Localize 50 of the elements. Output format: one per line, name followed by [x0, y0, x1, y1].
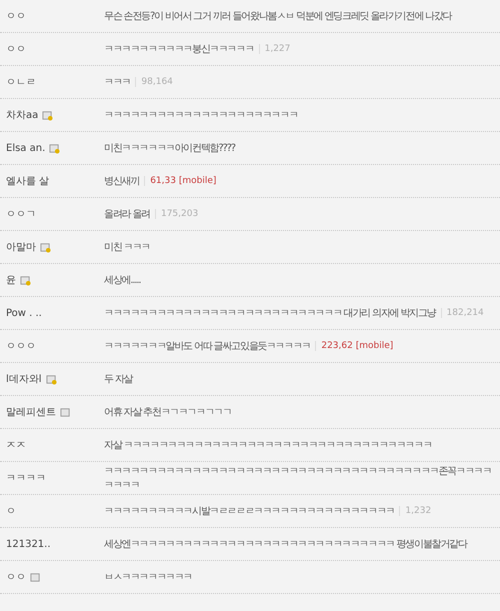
- comment-text: 두 자살: [104, 373, 132, 386]
- comment-text: 미친ㅋㅋㅋㅋㅋㅋ아이컨텍함????: [104, 142, 235, 155]
- ip-address: 175,203: [154, 209, 198, 219]
- nickname[interactable]: ㅇㄴㄹ: [6, 75, 36, 89]
- nickname[interactable]: 윤: [6, 273, 16, 287]
- fixed-nick-icon: [42, 110, 54, 120]
- ip-address: 98,164: [135, 77, 173, 87]
- nickname[interactable]: ㅇㅇ: [6, 570, 26, 584]
- nickname[interactable]: ㅇㅇ: [6, 9, 26, 23]
- comment-text: ㅋㅋㅋㅋㅋㅋㅋㅋㅋㅋㅋㅋㅋㅋㅋㅋㅋㅋㅋㅋㅋㅋㅋㅋㅋㅋㅋㅋㅋㅋㅋㅋㅋㅋㅋㅋㅋㅋ존꼭ㅋㅋㅋㅋㅋㅋㅋㅋ: [104, 465, 492, 492]
- ip-address: 1,227: [258, 44, 290, 54]
- nickname[interactable]: ㅇ: [6, 504, 16, 518]
- comment-text: ㅋㅋㅋㅋㅋㅋㅋㅋㅋㅋ붕신ㅋㅋㅋㅋㅋ: [104, 43, 254, 56]
- comment-text: ㅂㅅㅋㅋㅋㅋㅋㅋㅋㅋ: [104, 571, 192, 584]
- nickname[interactable]: ㅋㅋㅋㅋ: [6, 471, 46, 485]
- fixed-nick-icon: [49, 142, 60, 154]
- comment-text: 세상에.....: [104, 274, 140, 287]
- fixed-nick-icon: [40, 242, 51, 252]
- comment-text: ㅋㅋㅋㅋㅋㅋㅋㅋㅋㅋㅋㅋㅋㅋㅋㅋㅋㅋㅋㅋㅋㅋ: [104, 109, 298, 122]
- nickname[interactable]: ㅇㅇㅇ: [6, 339, 36, 353]
- nickname[interactable]: ㅇㅇ: [6, 42, 26, 56]
- nickname[interactable]: Elsa an.: [6, 142, 46, 154]
- comment-text: ㅋㅋㅋㅋㅋㅋㅋㅋㅋㅋ시발ㅋㄹㄹㄹㄹㅋㅋㅋㅋㅋㅋㅋㅋㅋㅋㅋㅋㅋㅋㅋㅋ: [104, 505, 394, 518]
- nickname[interactable]: ㅈㅈ: [6, 438, 26, 452]
- comment-text: ㅋㅋㅋㅋㅋㅋㅋㅋㅋㅋㅋㅋㅋㅋㅋㅋㅋㅋㅋㅋㅋㅋㅋㅋㅋㅋㅋ 대가리 의자에 박지그냥: [104, 307, 436, 320]
- ip-address: 61,33 [mobile]: [144, 176, 216, 186]
- comment-text: 미친 ㅋㅋㅋ: [104, 241, 150, 254]
- comment-text: 무슨 손전등?이 비어서 그거 끼러 들어왔나봄ㅅㅂ 덕분에 엔딩크레딧 올라가기전에 나갔다: [104, 10, 452, 23]
- nickname[interactable]: 121321..: [6, 538, 51, 550]
- nickname[interactable]: 아말마: [6, 240, 36, 254]
- comment-text: ㅋㅋㅋ: [104, 76, 130, 89]
- ip-address: 182,214: [440, 308, 484, 318]
- member-icon: [60, 406, 71, 418]
- ip-address: 1,232: [399, 506, 432, 516]
- fixed-nick-icon: [46, 374, 57, 384]
- comment-text: 병신새끼: [104, 175, 140, 188]
- nickname[interactable]: Pow . ..: [6, 308, 42, 318]
- ip-address: 223,62 [mobile]: [315, 341, 394, 351]
- nickname[interactable]: 차차aa: [6, 108, 38, 122]
- nickname[interactable]: ㅇㅇㄱ: [6, 207, 36, 221]
- comment-text: 세상엔ㅋㅋㅋㅋㅋㅋㅋㅋㅋㅋㅋㅋㅋㅋㅋㅋㅋㅋㅋㅋㅋㅋㅋㅋㅋㅋㅋㅋㅋㅋ 평생이불찰거같다: [104, 538, 467, 551]
- comment-text: 올려라 올려: [104, 208, 150, 221]
- comment-text: 자살 ㅋㅋㅋㅋㅋㅋㅋㅋㅋㅋㅋㅋㅋㅋㅋㅋㅋㅋㅋㅋㅋㅋㅋㅋㅋㅋㅋㅋㅋㅋㅋㅋㅋㅋㅋ: [104, 439, 432, 452]
- nickname[interactable]: 말레피센트: [6, 405, 56, 419]
- comment-text: 어휴 자살 추천ㅋㄱㅋㄱㅋㄱㄱㄱ: [104, 406, 232, 419]
- nickname[interactable]: l데자와l: [6, 372, 42, 386]
- nickname[interactable]: 엘사를 살: [6, 174, 50, 188]
- comment-text: ㅋㅋㅋㅋㅋㅋㅋ알바도 어따 글싸고있을듯ㅋㅋㅋㅋㅋ: [104, 340, 310, 353]
- member-icon: [30, 572, 41, 582]
- fixed-nick-icon: [20, 274, 31, 286]
